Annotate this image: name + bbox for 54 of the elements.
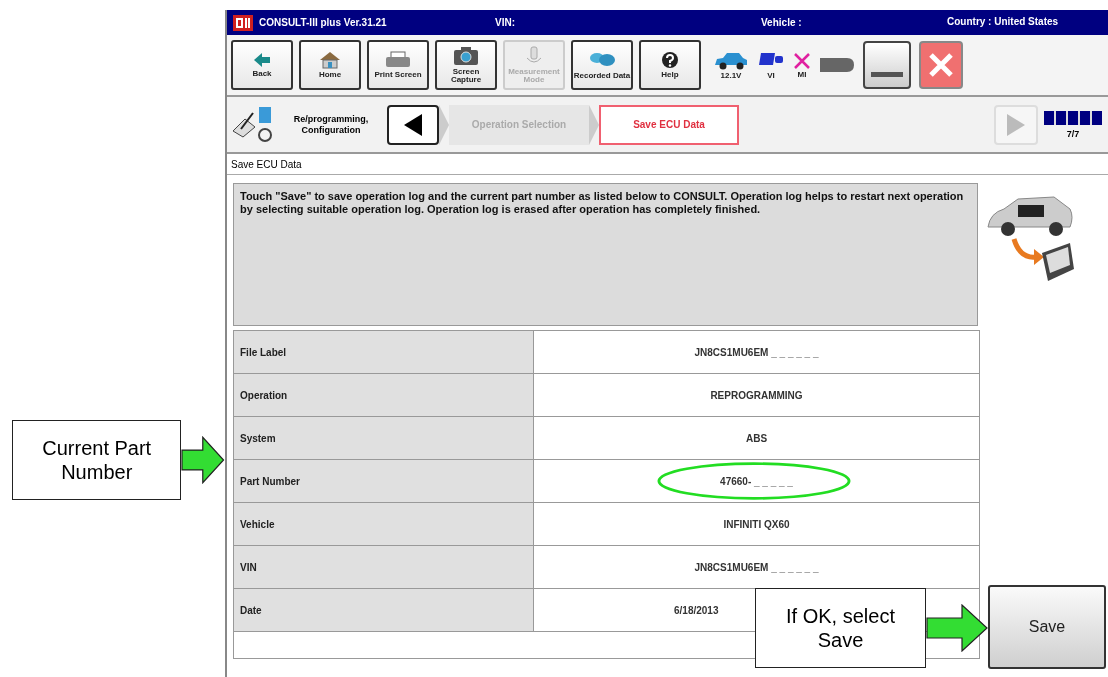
vin-label: VIN:: [495, 17, 516, 28]
toolbar-button[interactable]: Print Screen: [367, 40, 429, 90]
home-icon: [319, 51, 341, 69]
camera-icon: [453, 46, 479, 66]
row-value: 6/18/2013: [674, 604, 719, 616]
printer-icon: [385, 51, 411, 69]
battery-icon: [819, 56, 855, 74]
row-label: Vehicle: [234, 503, 534, 545]
row-label: Date: [234, 589, 534, 631]
close-icon: [928, 52, 954, 78]
status-label: VI: [767, 70, 775, 80]
chevron-icon: [589, 104, 599, 145]
arrow-icon: [181, 436, 225, 484]
toolbar-button[interactable]: Recorded Data: [571, 40, 633, 90]
toolbar-button[interactable]: Screen Capture: [435, 40, 497, 90]
row-value: INFINITI QX60: [723, 518, 790, 530]
toolbar-button[interactable]: Back: [231, 40, 293, 90]
step-tab[interactable]: Save ECU Data: [599, 104, 739, 145]
row-label: System: [234, 417, 534, 459]
progress-label: 7/7: [1066, 128, 1080, 139]
close-button[interactable]: [919, 41, 963, 89]
row-value: JN8CS1MU6EM _ _ _ _ _ _: [694, 346, 819, 358]
vehicle-label: Vehicle :: [761, 17, 803, 28]
row-label: Operation: [234, 374, 534, 416]
message-panel: Touch "Save" to save operation log and the current part number as listed below to CONSULT. Operation log helps to restart next operation by selecting suitable operation log. Operation log is erased after operation has completely finished.: [233, 183, 978, 326]
probe-icon: [524, 46, 544, 66]
arrow-icon: [926, 604, 988, 652]
row-value: 47660- _ _ _ _ _: [720, 475, 793, 487]
minimize-button[interactable]: [863, 41, 911, 89]
row-label: VIN: [234, 546, 534, 588]
reprogramming-icon: [231, 104, 275, 145]
save-button[interactable]: Save: [988, 585, 1106, 669]
cross-icon: [793, 51, 811, 70]
back-arrow-icon: [252, 52, 272, 68]
toolbar-button[interactable]: Home: [299, 40, 361, 90]
page-title: Save ECU Data: [227, 154, 1108, 175]
row-value: REPROGRAMMING: [710, 389, 803, 401]
logo-icon: [233, 14, 253, 31]
toolbar-button[interactable]: Help: [639, 40, 701, 90]
status-label: MI: [797, 69, 807, 79]
status-label: 12.1V: [720, 70, 742, 80]
row-label: File Label: [234, 331, 534, 373]
row-value: ABS: [745, 432, 768, 444]
help-icon: [661, 51, 679, 69]
row-label: Part Number: [234, 460, 534, 502]
callout-label: Current Part Number: [12, 420, 182, 500]
section-label: Re/programming, Configuration: [292, 113, 370, 136]
country-label: Country : United States: [947, 17, 1060, 28]
car-icon: [713, 50, 749, 71]
callout-label: If OK, select Save: [755, 588, 926, 668]
row-value: JN8CS1MU6EM _ _ _ _ _ _: [694, 561, 819, 573]
window-title: CONSULT-III plus Ver.31.21: [259, 17, 388, 28]
back-arrow-button[interactable]: [387, 104, 439, 145]
chevron-icon: [439, 104, 449, 145]
